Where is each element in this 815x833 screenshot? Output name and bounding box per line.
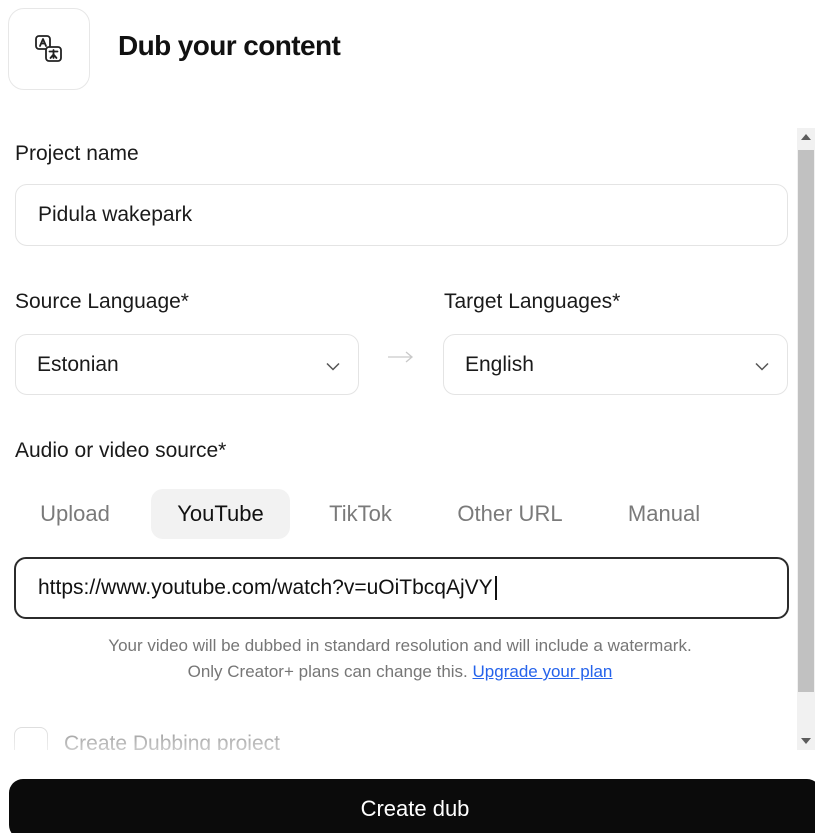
scrollbar[interactable] bbox=[797, 128, 815, 750]
note-line-2: Only Creator+ plans can change this. Upg… bbox=[0, 659, 800, 685]
source-label: Audio or video source* bbox=[15, 439, 227, 462]
tab-other-url[interactable]: Other URL bbox=[432, 489, 588, 539]
tab-youtube[interactable]: YouTube bbox=[151, 489, 290, 539]
watermark-note: Your video will be dubbed in standard re… bbox=[0, 633, 800, 685]
translate-icon bbox=[8, 8, 90, 90]
tab-upload[interactable]: Upload bbox=[14, 489, 136, 539]
dubbing-project-label: Create Dubbing project bbox=[64, 732, 280, 750]
project-name-input[interactable]: Pidula wakepark bbox=[15, 184, 788, 246]
note-line-1: Your video will be dubbed in standard re… bbox=[108, 636, 692, 655]
url-input-value: https://www.youtube.com/watch?v=uOiTbcqA… bbox=[38, 576, 493, 599]
scrollbar-thumb[interactable] bbox=[798, 150, 814, 692]
text-caret bbox=[494, 576, 497, 600]
source-language-value: Estonian bbox=[37, 352, 119, 376]
arrow-right-icon bbox=[388, 351, 414, 363]
target-languages-label: Target Languages* bbox=[444, 290, 621, 313]
chevron-down-icon bbox=[326, 353, 340, 377]
source-language-label: Source Language* bbox=[15, 290, 189, 313]
create-dub-button[interactable]: Create dub bbox=[9, 779, 815, 833]
scroll-down-arrow-icon[interactable] bbox=[797, 732, 815, 750]
chevron-down-icon bbox=[755, 353, 769, 377]
dubbing-project-checkbox[interactable] bbox=[14, 727, 48, 750]
dub-form: Project name Pidula wakepark Source Lang… bbox=[0, 128, 800, 750]
form-scroll-area[interactable]: Project name Pidula wakepark Source Lang… bbox=[0, 128, 815, 750]
upgrade-plan-link[interactable]: Upgrade your plan bbox=[473, 662, 613, 681]
scroll-up-arrow-icon[interactable] bbox=[797, 128, 815, 146]
dubbing-project-option[interactable]: Create Dubbing project bbox=[14, 726, 280, 750]
source-language-select[interactable]: Estonian bbox=[15, 334, 359, 395]
target-languages-select[interactable]: English bbox=[443, 334, 788, 395]
note-line-2-text: Only Creator+ plans can change this. bbox=[187, 662, 468, 681]
tab-manual[interactable]: Manual bbox=[604, 489, 724, 539]
url-input[interactable]: https://www.youtube.com/watch?v=uOiTbcqA… bbox=[14, 557, 789, 619]
tab-tiktok[interactable]: TikTok bbox=[304, 489, 417, 539]
dialog-header: Dub your content bbox=[0, 0, 815, 100]
target-languages-value: English bbox=[465, 352, 534, 376]
page-title: Dub your content bbox=[118, 30, 341, 61]
project-name-label: Project name bbox=[15, 142, 139, 165]
